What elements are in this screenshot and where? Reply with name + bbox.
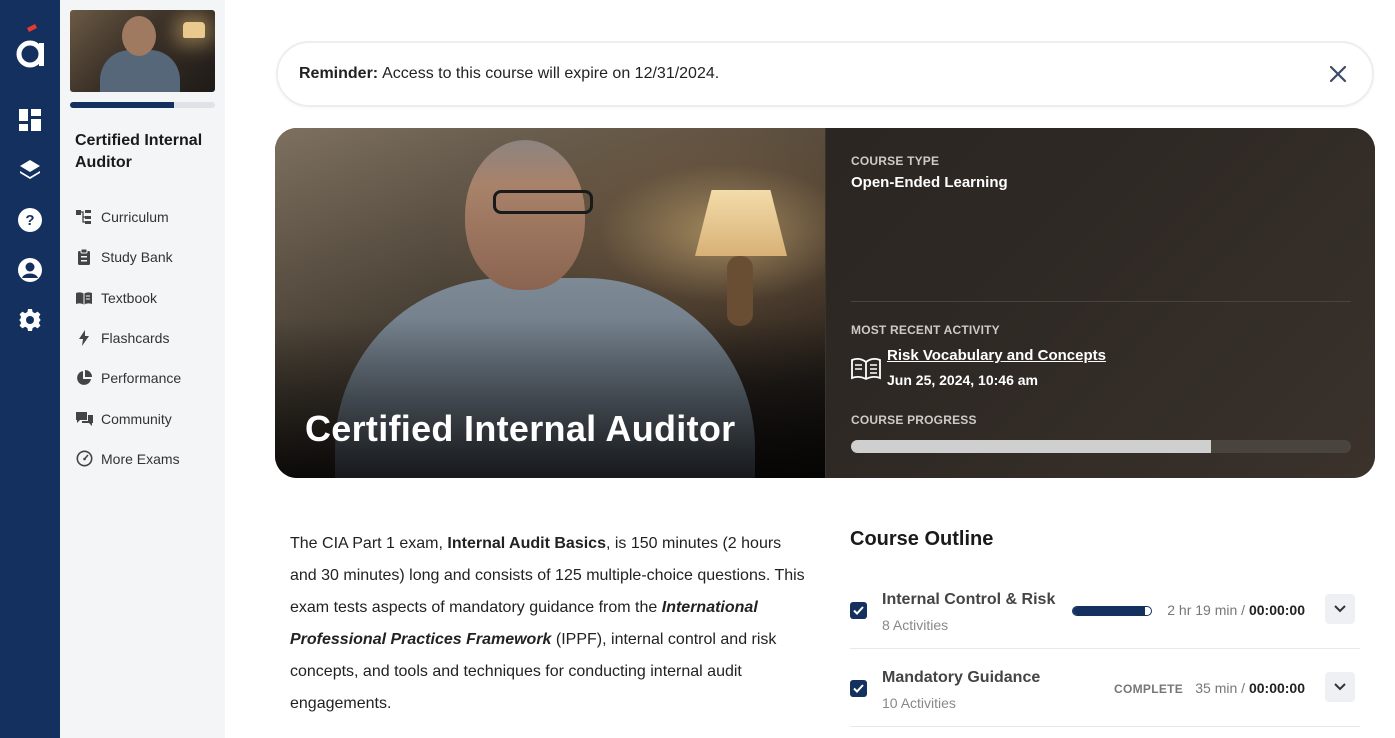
performance-icon [75, 369, 93, 387]
close-icon[interactable] [1328, 64, 1348, 84]
chevron-down-icon[interactable] [1325, 594, 1355, 624]
duration-text: 2 hr 19 min / [1167, 602, 1249, 618]
course-sidebar: Certified Internal Auditor Curriculum St… [60, 0, 225, 738]
sidebar-item-performance[interactable]: Performance [75, 358, 225, 398]
recent-activity-link[interactable]: Risk Vocabulary and Concepts [887, 347, 1106, 364]
elapsed-text: 00:00:00 [1248, 602, 1305, 618]
sidebar-item-label: Performance [101, 370, 182, 387]
icon-rail: ? [0, 0, 60, 738]
textbook-icon [75, 289, 93, 307]
course-hero-card: Certified Internal Auditor COURSE TYPE O… [275, 128, 1375, 478]
sidebar-item-label: More Exams [101, 450, 180, 467]
reminder-text: Access to this course will expire on 12/… [382, 65, 720, 82]
expiry-reminder-banner: Reminder: Access to this course will exp… [276, 41, 1374, 107]
checkbox-checked-icon[interactable] [850, 602, 867, 619]
sidebar-item-community[interactable]: Community [75, 398, 225, 438]
sidebar-nav: Curriculum Study Bank Textbook Flashcard… [75, 197, 225, 479]
sidebar-item-textbook[interactable]: Textbook [75, 278, 225, 318]
outline-row-progress-bar [1072, 606, 1152, 616]
checkbox-checked-icon[interactable] [850, 680, 867, 697]
desc-text-1: The CIA Part 1 exam, [290, 535, 448, 552]
outline-row-activities: 8 Activities [882, 617, 949, 633]
curriculum-icon [75, 208, 93, 226]
more-exams-icon [75, 450, 93, 468]
course-type-label: COURSE TYPE [851, 154, 940, 168]
panel-divider [851, 301, 1351, 302]
svg-text:?: ? [25, 212, 34, 229]
outline-row-activities: 10 Activities [882, 695, 956, 711]
hero-course-title: Certified Internal Auditor [305, 408, 736, 449]
recent-activity-date: Jun 25, 2024, 10:46 am [887, 372, 1038, 388]
outline-row-time: 35 min / 00:00:00 [1195, 680, 1305, 696]
reminder-label: Reminder: [299, 65, 379, 82]
course-progress-bar [851, 440, 1351, 453]
open-book-icon [851, 358, 881, 381]
course-type-value: Open-Ended Learning [851, 174, 1008, 191]
course-thumbnail [70, 10, 215, 92]
desc-exam-name: Internal Audit Basics [447, 535, 606, 552]
sidebar-item-flashcards[interactable]: Flashcards [75, 318, 225, 358]
course-outline: Course Outline Internal Control & Risk 8… [850, 528, 1360, 727]
outline-row-title[interactable]: Mandatory Guidance [882, 669, 1040, 687]
chevron-down-icon[interactable] [1325, 672, 1355, 702]
sidebar-item-more-exams[interactable]: More Exams [75, 439, 225, 479]
study-bank-icon [75, 248, 93, 266]
recent-activity-label: MOST RECENT ACTIVITY [851, 323, 1000, 337]
sidebar-item-curriculum[interactable]: Curriculum [75, 197, 225, 237]
outline-row-time: 2 hr 19 min / 00:00:00 [1167, 602, 1305, 618]
sidebar-item-label: Curriculum [101, 209, 169, 226]
sidebar-item-label: Flashcards [101, 330, 170, 347]
course-outline-title: Course Outline [850, 528, 994, 550]
community-icon [75, 410, 93, 428]
outline-row: Mandatory Guidance 10 Activities COMPLET… [850, 649, 1360, 727]
sidebar-item-label: Textbook [101, 289, 158, 306]
flashcards-icon [75, 329, 93, 347]
sidebar-course-title: Certified Internal Auditor [75, 132, 203, 171]
status-badge: COMPLETE [1114, 682, 1184, 696]
help-icon[interactable]: ? [18, 208, 42, 232]
duration-text: 35 min / [1195, 680, 1249, 696]
dashboard-icon[interactable] [18, 108, 42, 132]
course-info-panel: COURSE TYPE Open-Ended Learning MOST REC… [825, 128, 1375, 478]
course-progress-label: COURSE PROGRESS [851, 413, 977, 427]
outline-row: Internal Control & Risk 8 Activities 2 h… [850, 571, 1360, 649]
sidebar-item-study-bank[interactable]: Study Bank [75, 237, 225, 277]
outline-row-title[interactable]: Internal Control & Risk [882, 591, 1055, 609]
app-logo[interactable] [13, 22, 47, 70]
course-description: The CIA Part 1 exam, Internal Audit Basi… [290, 528, 810, 720]
settings-icon[interactable] [18, 308, 42, 332]
account-icon[interactable] [18, 258, 42, 282]
sidebar-progress-bar [70, 102, 215, 108]
layers-icon[interactable] [18, 158, 42, 182]
sidebar-item-label: Study Bank [101, 249, 173, 266]
sidebar-item-label: Community [101, 410, 172, 427]
elapsed-text: 00:00:00 [1248, 680, 1305, 696]
